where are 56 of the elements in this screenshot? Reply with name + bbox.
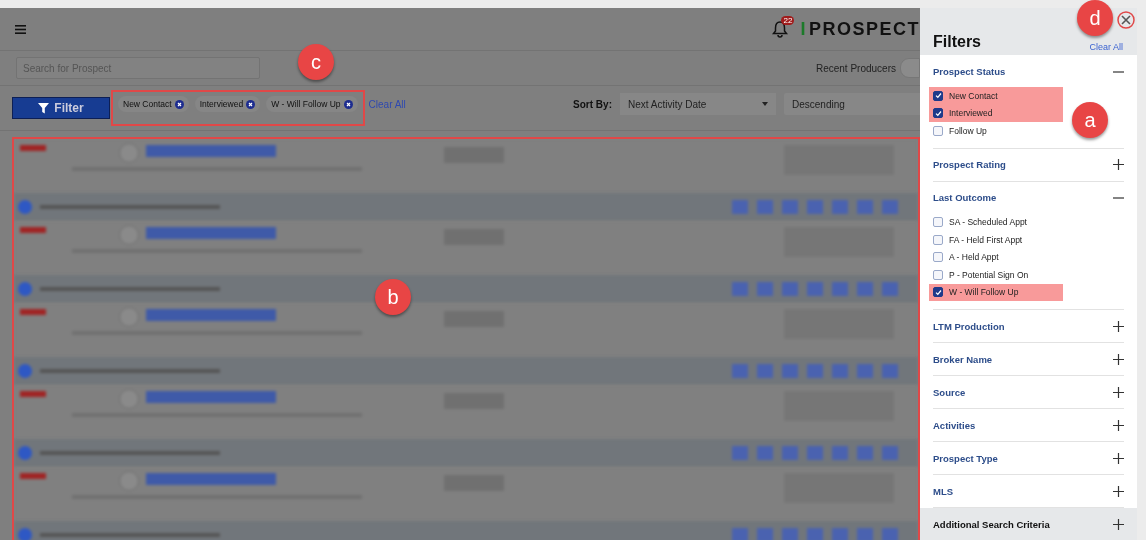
plus-icon[interactable] <box>1113 518 1124 530</box>
plus-icon[interactable] <box>1113 353 1124 365</box>
filter-chip[interactable]: New Contact <box>118 96 189 112</box>
filter-section-header[interactable]: Prospect Status <box>933 55 1124 87</box>
checkbox[interactable] <box>933 269 943 280</box>
filter-option[interactable]: W - Will Follow Up <box>929 283 1063 301</box>
filter-option[interactable]: FA - Held First Appt <box>929 231 1063 249</box>
checkbox[interactable] <box>933 217 943 228</box>
checkbox[interactable] <box>933 125 943 136</box>
plus-icon[interactable] <box>1113 159 1124 170</box>
menu-icon[interactable] <box>15 24 26 34</box>
plus-icon[interactable] <box>1113 386 1124 398</box>
filter-option[interactable]: P - Potential Sign On <box>929 266 1063 284</box>
filter-icon <box>38 102 50 114</box>
filter-section-header[interactable]: MLS <box>933 475 1124 507</box>
filter-section-header[interactable]: Last Outcome <box>933 181 1124 214</box>
close-icon[interactable] <box>1117 11 1135 29</box>
notification-badge: 22 <box>781 16 795 25</box>
filter-section-header[interactable]: Prospect Rating <box>933 148 1124 181</box>
app-logo: I PROSPECT <box>800 18 920 40</box>
filter-section-header[interactable]: LTM Production <box>933 310 1124 342</box>
caret-icon <box>762 102 768 106</box>
plus-icon[interactable] <box>1113 320 1124 332</box>
sort-order-select[interactable]: Descending <box>784 93 920 115</box>
clear-all-link[interactable]: Clear All <box>1089 42 1123 52</box>
filter-section-header[interactable]: Broker Name <box>933 343 1124 375</box>
checkbox[interactable] <box>933 287 943 298</box>
remove-icon[interactable] <box>343 99 353 109</box>
filter-section-header[interactable]: Additional Search Criteria <box>920 508 1137 540</box>
recent-producers-label: Recent Producers <box>815 62 896 74</box>
filters-title: Filters <box>933 33 981 51</box>
callout-marker: d <box>1077 0 1113 36</box>
sort-field-select[interactable]: Next Activity Date <box>620 93 776 115</box>
plus-icon[interactable] <box>1113 485 1124 497</box>
filter-option[interactable]: SA - Scheduled Appt <box>929 213 1063 231</box>
recent-producers-toggle[interactable] <box>900 58 920 78</box>
filter-chip[interactable]: Interviewed <box>194 96 261 112</box>
filter-option[interactable]: Follow Up <box>929 122 1063 140</box>
remove-icon[interactable] <box>174 99 184 109</box>
sort-by-label: Sort By: <box>573 98 612 110</box>
callout-marker: a <box>1072 102 1108 138</box>
checkbox[interactable] <box>933 108 943 119</box>
checkbox[interactable] <box>933 90 943 101</box>
filter-option[interactable]: New Contact <box>929 87 1063 105</box>
remove-icon[interactable] <box>246 99 256 109</box>
filter-option[interactable]: A - Held Appt <box>929 248 1063 266</box>
callout-marker: c <box>298 44 334 80</box>
filter-button[interactable]: Filter <box>12 97 110 119</box>
filter-section-header[interactable]: Prospect Type <box>933 442 1124 474</box>
filter-section-header[interactable]: Source <box>933 376 1124 408</box>
filter-section-header[interactable]: Activities <box>933 409 1124 441</box>
filter-chip[interactable]: W - Will Follow Up <box>266 96 358 112</box>
plus-icon[interactable] <box>1113 419 1124 431</box>
checkbox[interactable] <box>933 252 943 263</box>
plus-icon[interactable] <box>1113 452 1124 464</box>
checkbox[interactable] <box>933 234 943 245</box>
